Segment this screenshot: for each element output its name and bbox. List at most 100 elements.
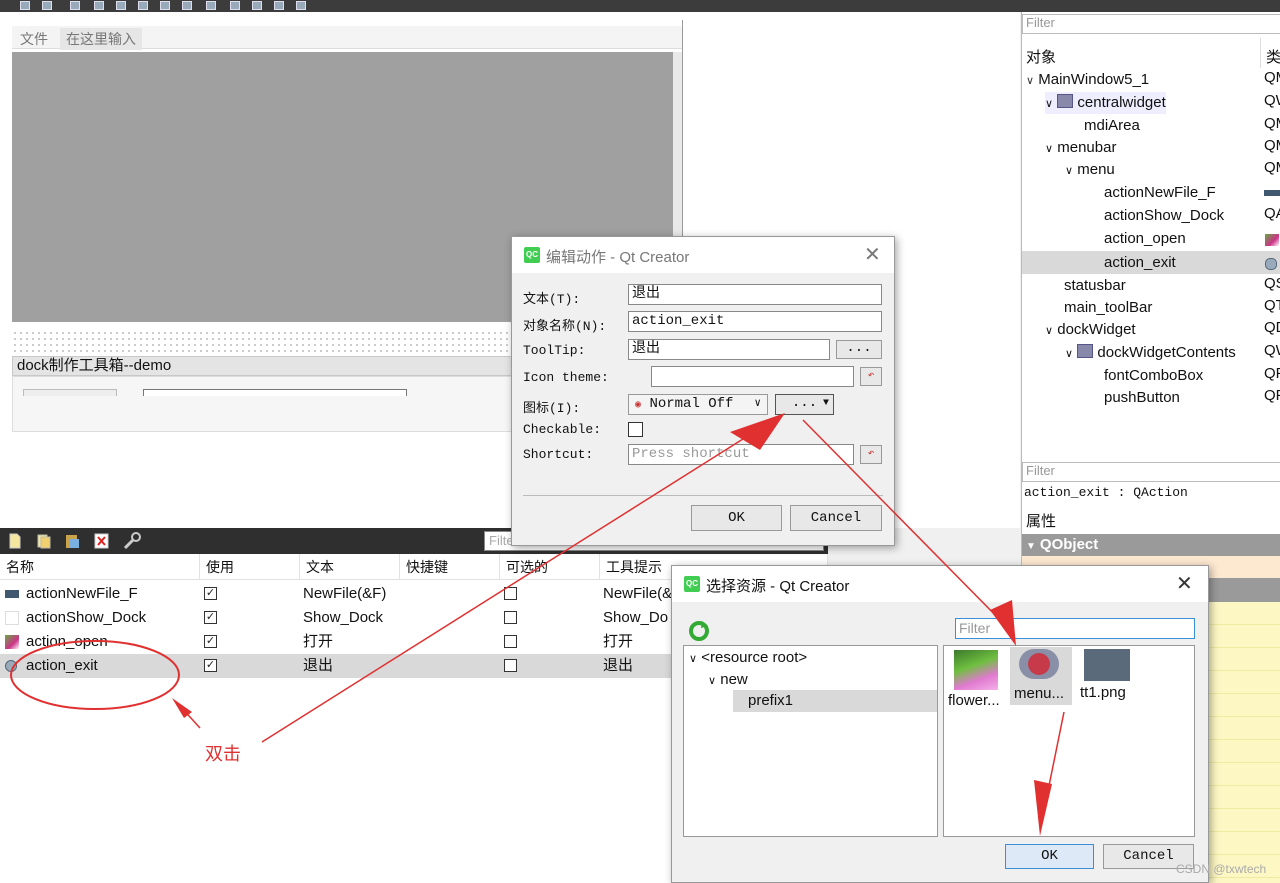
font-combobox[interactable]: [143, 389, 407, 396]
col-name[interactable]: 名称: [0, 554, 200, 580]
property-filter-input[interactable]: Filter: [1022, 462, 1280, 482]
col-text[interactable]: 文本: [300, 554, 400, 580]
action-tooltip: 退出: [603, 657, 634, 674]
push-button[interactable]: [23, 389, 117, 396]
tool-icon[interactable]: [94, 1, 104, 10]
reset-icon[interactable]: ↶: [860, 367, 882, 386]
tree-item[interactable]: pushButton: [1104, 387, 1180, 409]
icon-browse-button[interactable]: ... ▼: [775, 394, 834, 415]
tree-item[interactable]: ∨ menu: [1065, 159, 1115, 181]
icon-mode-select[interactable]: ◉ Normal Off ∨: [628, 394, 768, 415]
used-checkbox[interactable]: ✓: [204, 635, 217, 648]
class-cell: QW: [1264, 342, 1280, 359]
chevron-down-icon: ∨: [689, 653, 698, 665]
chevron-down-icon: ∨: [1045, 325, 1054, 337]
resource-filter-input[interactable]: Filter: [955, 618, 1195, 639]
class-cell: QM: [1264, 69, 1280, 86]
tree-item[interactable]: ∨ centralwidget: [1045, 92, 1166, 114]
class-cell: QM: [1264, 137, 1280, 154]
select-resource-dialog: QC 选择资源 - Qt Creator ✕ Filter ∨ <resourc…: [671, 565, 1209, 883]
layout-icon[interactable]: [182, 1, 192, 10]
object-name-input[interactable]: action_exit: [628, 311, 882, 332]
close-icon[interactable]: [20, 1, 30, 10]
tree-item[interactable]: fontComboBox: [1104, 365, 1203, 387]
object-filter-input[interactable]: Filter: [1022, 14, 1280, 34]
used-checkbox[interactable]: ✓: [204, 659, 217, 672]
col-checkable[interactable]: 可选的: [500, 554, 600, 580]
adjust-icon[interactable]: [274, 1, 284, 10]
col-used[interactable]: 使用: [200, 554, 300, 580]
tree-item-selected[interactable]: action_exit: [1104, 252, 1176, 274]
tooltip-browse-button[interactable]: ...: [836, 340, 882, 359]
class-cell: QM: [1264, 115, 1280, 132]
tree-item[interactable]: actionShow_Dock: [1104, 205, 1224, 227]
icon-theme-input[interactable]: [651, 366, 854, 387]
action-name: action_open: [26, 633, 108, 650]
layout-icon[interactable]: [160, 1, 170, 10]
tooltip-label: ToolTip:: [523, 343, 586, 358]
checkable-checkbox[interactable]: [504, 635, 517, 648]
paste-action-icon[interactable]: [64, 533, 80, 549]
delete-action-icon[interactable]: [94, 533, 110, 549]
ok-button[interactable]: OK: [691, 505, 782, 531]
tree-item[interactable]: statusbar: [1064, 275, 1126, 297]
tree-item-root[interactable]: ∨ <resource root>: [689, 648, 807, 669]
tree-item[interactable]: ∨ dockWidget: [1045, 319, 1136, 341]
action-icon: [5, 611, 19, 625]
col-shortcut[interactable]: 快捷键: [400, 554, 500, 580]
checkable-checkbox[interactable]: [504, 659, 517, 672]
widget-icon: [1077, 344, 1094, 358]
tree-item[interactable]: actionNewFile_F: [1104, 182, 1216, 204]
text-input[interactable]: 退出: [628, 284, 882, 305]
col-object: 对象: [1026, 49, 1057, 66]
reload-icon[interactable]: [688, 620, 710, 642]
tool-icon[interactable]: [42, 1, 52, 10]
tree-item[interactable]: main_toolBar: [1064, 297, 1152, 319]
close-icon[interactable]: ✕: [864, 242, 881, 267]
cancel-button[interactable]: Cancel: [790, 505, 882, 531]
wrench-icon[interactable]: [122, 532, 142, 550]
toolbar-placeholder: [12, 330, 510, 352]
col-class: 类: [1266, 49, 1280, 66]
property-group[interactable]: ▼ QObject: [1022, 534, 1280, 556]
copy-action-icon[interactable]: [36, 533, 52, 549]
chevron-down-icon: ∨: [754, 398, 761, 410]
tree-item-prefix[interactable]: ∨ new: [708, 670, 748, 691]
reset-icon[interactable]: ↶: [860, 445, 882, 464]
checkable-checkbox[interactable]: [504, 611, 517, 624]
tree-item[interactable]: action_open: [1104, 228, 1186, 250]
used-checkbox[interactable]: ✓: [204, 587, 217, 600]
menu-type-here[interactable]: 在这里输入: [60, 28, 142, 50]
tt1-thumbnail: [1084, 649, 1130, 681]
tree-item[interactable]: ∨ menubar: [1045, 137, 1116, 159]
ok-button[interactable]: OK: [1005, 844, 1094, 869]
tool-icon[interactable]: [116, 1, 126, 10]
grid-icon[interactable]: [252, 1, 262, 10]
tree-item[interactable]: ∨ dockWidgetContents: [1065, 342, 1236, 364]
layout-icon[interactable]: [230, 1, 240, 10]
checkable-checkbox[interactable]: [504, 587, 517, 600]
tree-item-prefix1[interactable]: prefix1: [748, 691, 793, 711]
close-icon[interactable]: ✕: [1176, 571, 1193, 596]
layout-icon[interactable]: [206, 1, 216, 10]
file-item-selected[interactable]: menu...: [1010, 647, 1072, 705]
chevron-down-icon: ▼: [1026, 541, 1036, 552]
checkable-checkbox[interactable]: [628, 422, 643, 437]
shortcut-input[interactable]: Press shortcut: [628, 444, 854, 465]
tree-item[interactable]: ∨ MainWindow5_1: [1026, 69, 1149, 91]
chevron-down-icon: ∨: [1045, 98, 1054, 110]
menu-file[interactable]: 文件: [14, 28, 54, 50]
dropdown-arrow-icon: ▼: [822, 398, 829, 409]
tool-icon[interactable]: [70, 1, 80, 10]
power-icon: [1019, 649, 1059, 679]
new-action-icon[interactable]: [8, 533, 22, 549]
preview-icon[interactable]: [296, 1, 306, 10]
file-item[interactable]: flower...: [948, 648, 1010, 710]
tooltip-input[interactable]: 退出: [628, 339, 830, 360]
used-checkbox[interactable]: ✓: [204, 611, 217, 624]
tree-item[interactable]: mdiArea: [1084, 115, 1140, 137]
layout-icon[interactable]: [138, 1, 148, 10]
qt-creator-icon: QC: [684, 576, 700, 592]
file-item[interactable]: tt1.png: [1080, 648, 1142, 706]
action-tooltip: 打开: [603, 633, 634, 650]
